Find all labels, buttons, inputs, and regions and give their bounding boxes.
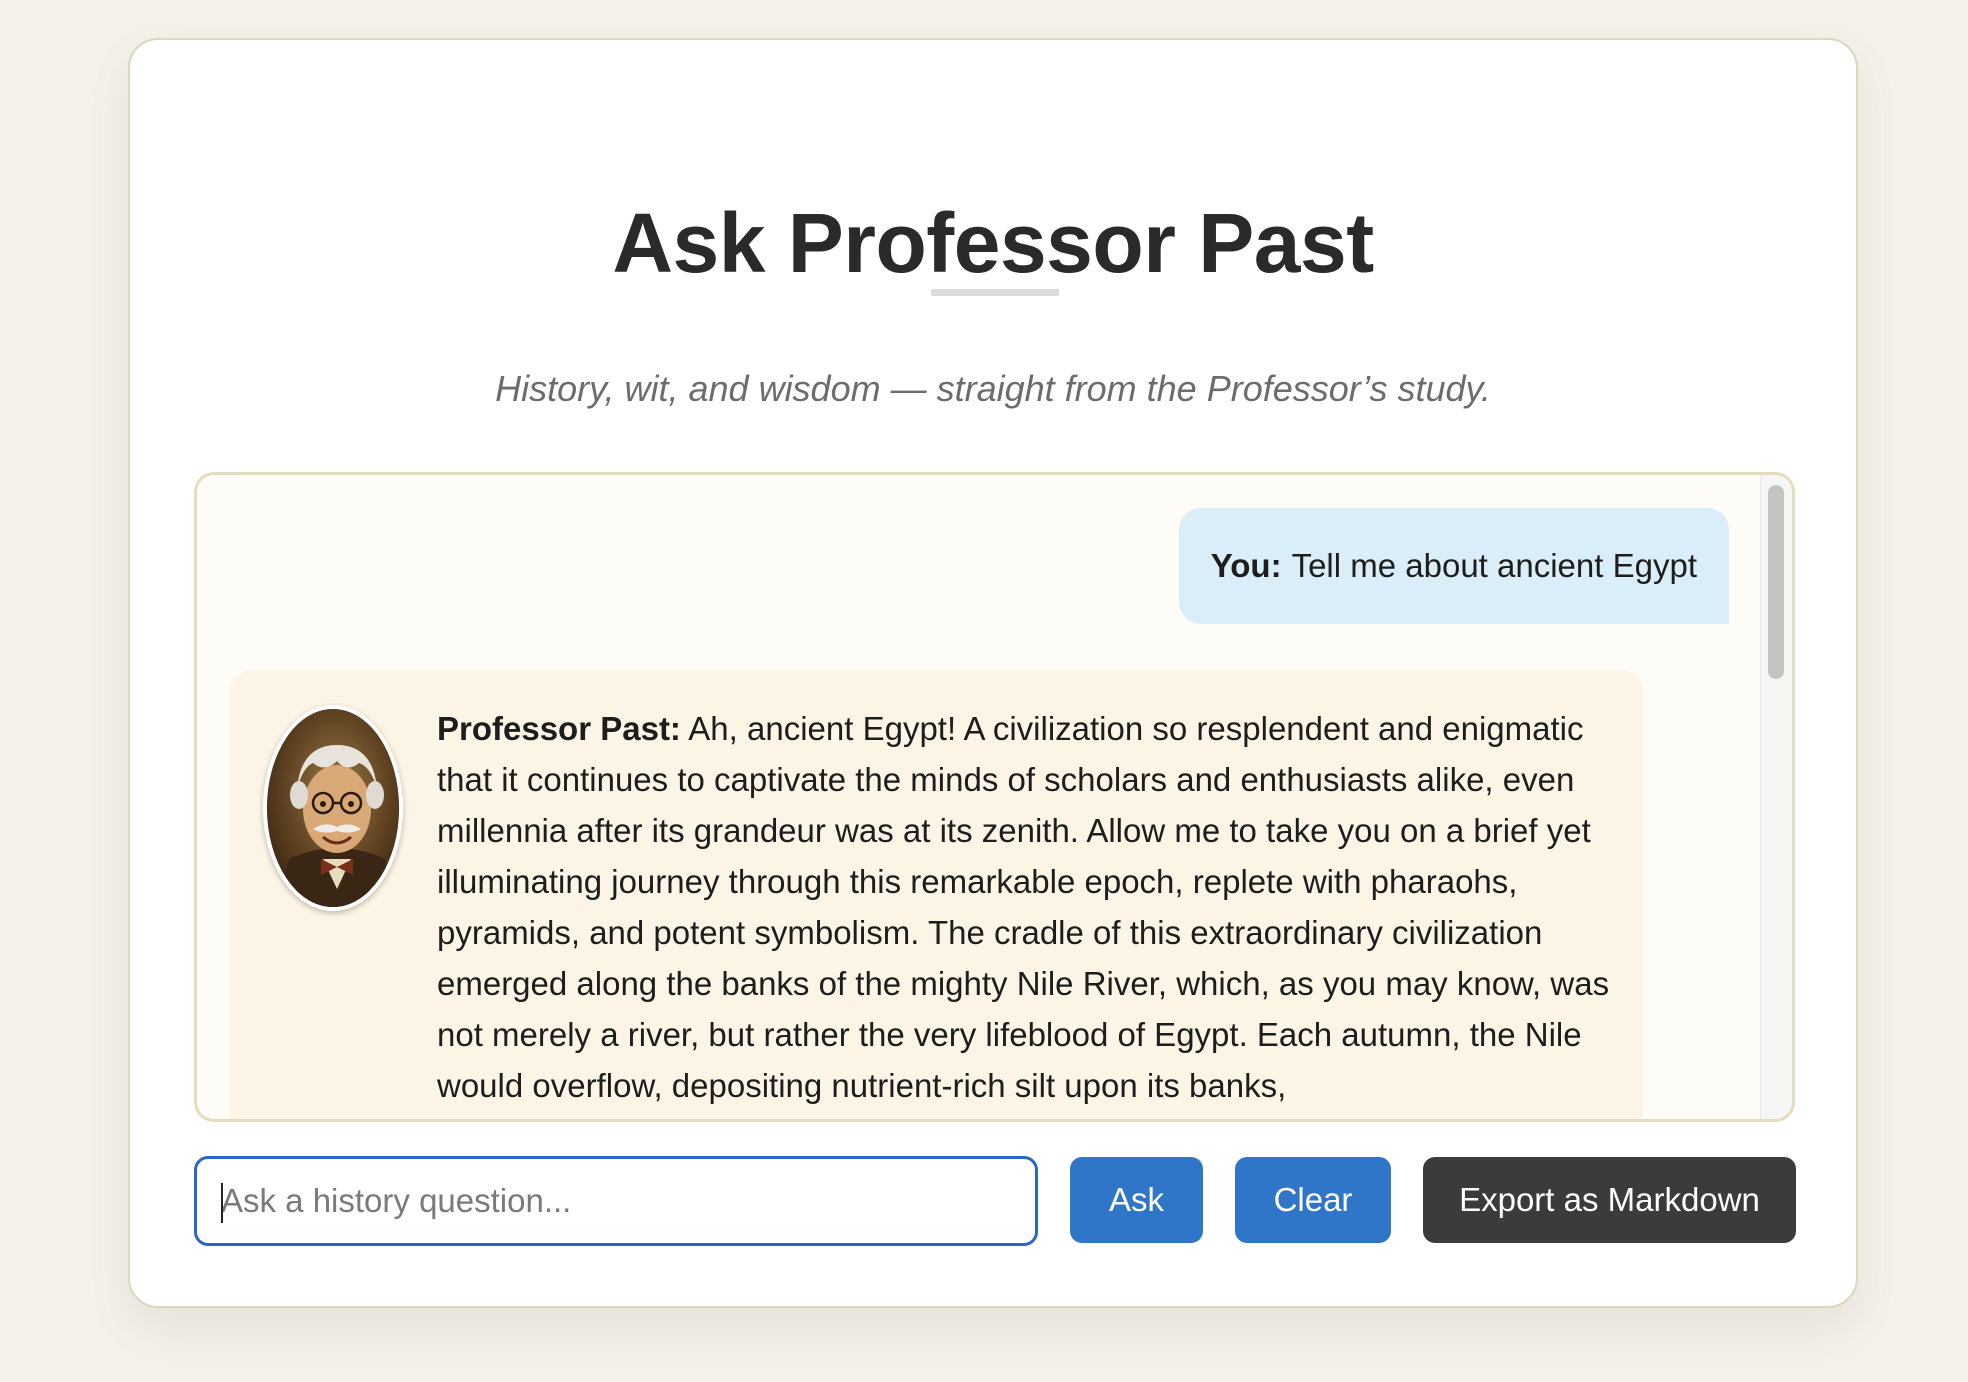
question-input[interactable] bbox=[197, 1159, 1035, 1243]
page-title: Ask Professor Past bbox=[612, 196, 1374, 290]
title-divider bbox=[931, 289, 1059, 296]
user-message-text: Tell me about ancient Egypt bbox=[1291, 547, 1697, 584]
user-speaker-label: You: bbox=[1210, 547, 1282, 584]
chat-scrollbar[interactable] bbox=[1760, 475, 1792, 1119]
app-card: Ask Professor Past History, wit, and wis… bbox=[128, 38, 1858, 1308]
chat-log[interactable]: You: Tell me about ancient Egypt Profess… bbox=[194, 472, 1795, 1122]
page-subtitle: History, wit, and wisdom — straight from… bbox=[495, 368, 1491, 409]
assistant-message-text: Ah, ancient Egypt! A civilization so res… bbox=[437, 710, 1610, 1104]
assistant-speaker-label: Professor Past: bbox=[437, 710, 681, 747]
assistant-message-text-block: Professor Past: Ah, ancient Egypt! A civ… bbox=[437, 703, 1613, 1111]
professor-avatar bbox=[263, 705, 403, 911]
text-caret bbox=[221, 1183, 223, 1223]
professor-portrait-icon bbox=[267, 709, 399, 907]
user-message: You: Tell me about ancient Egypt bbox=[1178, 508, 1729, 624]
chat-scrollbar-thumb[interactable] bbox=[1768, 485, 1784, 679]
question-input-wrapper bbox=[194, 1156, 1038, 1246]
export-markdown-button[interactable]: Export as Markdown bbox=[1423, 1157, 1796, 1243]
ask-button[interactable]: Ask bbox=[1070, 1157, 1203, 1243]
clear-button[interactable]: Clear bbox=[1235, 1157, 1391, 1243]
assistant-message: Professor Past: Ah, ancient Egypt! A civ… bbox=[230, 670, 1643, 1119]
